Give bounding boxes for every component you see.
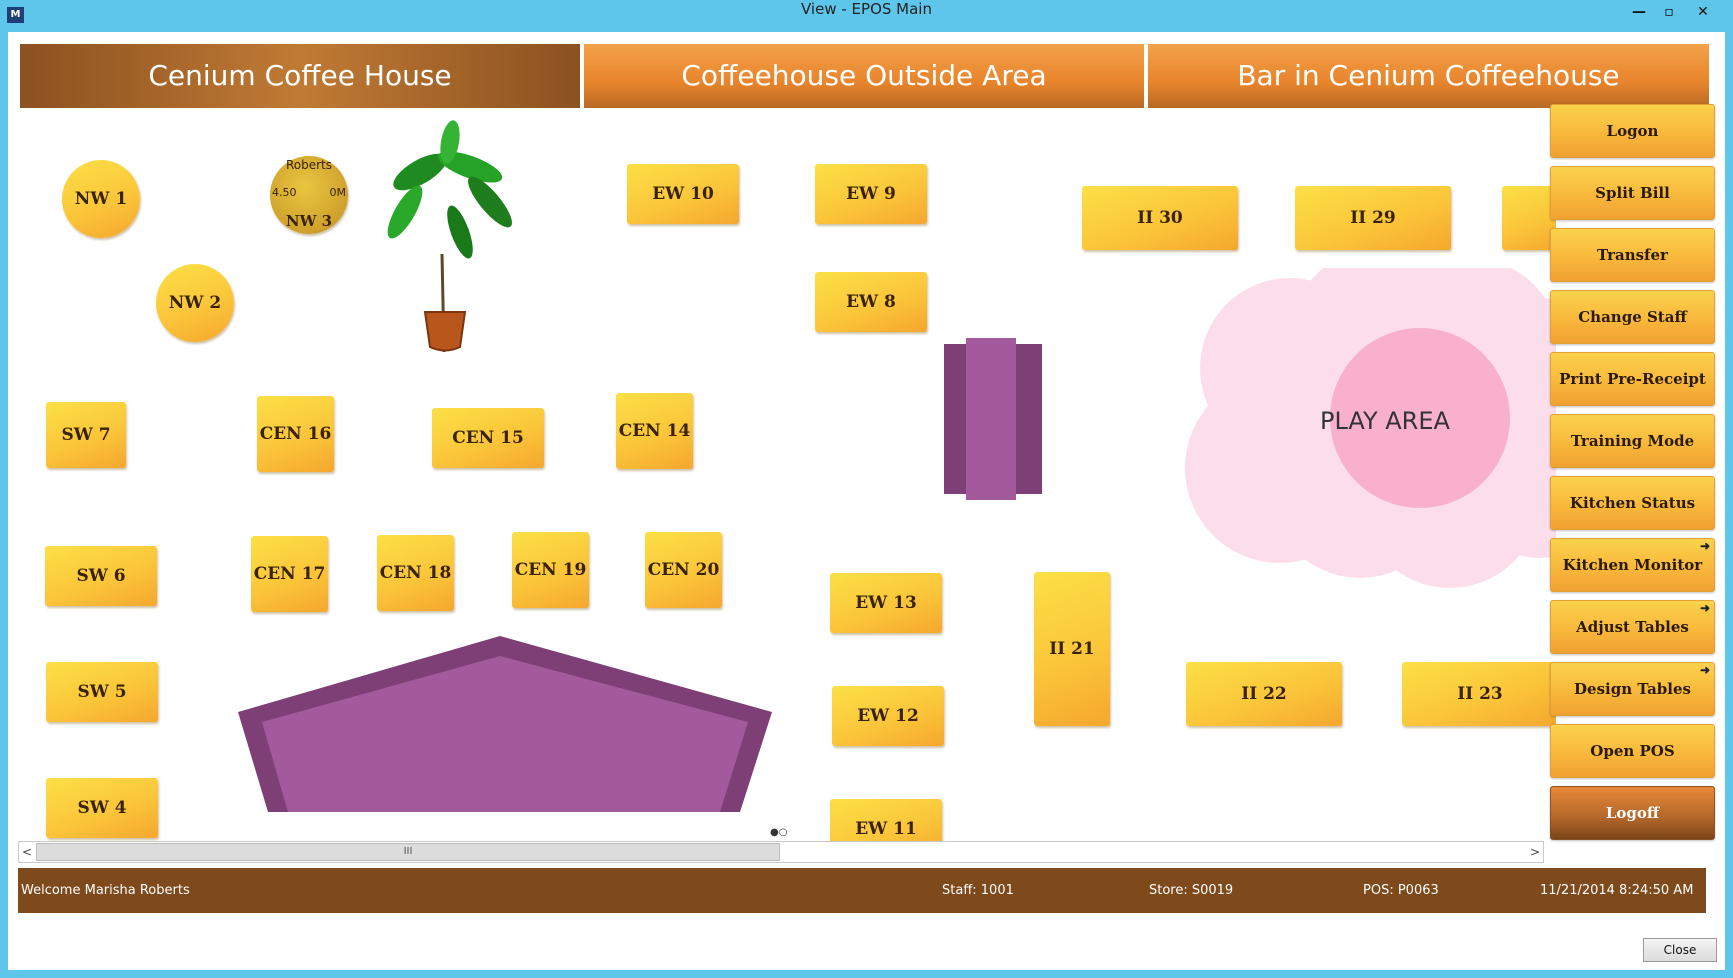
table-amount: 4.50 [272,186,297,199]
submenu-arrow-icon: ➜ [1699,601,1710,615]
datetime: 11/21/2014 8:24:50 AM [1540,883,1694,898]
logon-button[interactable]: Logon [1550,104,1715,158]
button-label: Split Bill [1595,184,1670,202]
table-sw-4[interactable]: SW 4 [46,778,158,838]
play-area-label: PLAY AREA [1320,407,1450,435]
submenu-arrow-icon: ➜ [1699,539,1710,553]
scroll-left-icon[interactable]: < [19,842,35,862]
button-label: Transfer [1597,246,1668,264]
table-sw-5[interactable]: SW 5 [46,662,158,722]
table-ew-12[interactable]: EW 12 [832,686,944,746]
floor-plan: PLAY AREA NW 1 Roberts 4.50 0M NW 3 NW 2… [20,112,1556,872]
table-nw-1[interactable]: NW 1 [62,160,140,238]
table-cen-14[interactable]: CEN 14 [616,393,693,469]
horizontal-scrollbar[interactable]: < III > [18,841,1544,863]
transfer-button[interactable]: Transfer [1550,228,1715,282]
table-ew-10[interactable]: EW 10 [627,164,739,224]
button-label: Kitchen Status [1569,494,1696,512]
table-ii-29[interactable]: II 29 [1295,186,1451,250]
epos-window: M View - EPOS Main — ▫ ✕ Cenium Coffee H… [0,0,1733,978]
page-dot-active-icon[interactable]: ● [770,827,779,838]
stage-pentagon [238,636,772,812]
change-staff-button[interactable]: Change Staff [1550,290,1715,344]
table-ii-30[interactable]: II 30 [1082,186,1238,250]
button-label: Change Staff [1578,308,1687,326]
restore-icon[interactable]: ▫ [1656,2,1682,22]
staff-id: Staff: 1001 [942,883,1014,898]
button-label: Adjust Tables [1576,618,1689,636]
welcome-text: Welcome Marisha Roberts [21,883,190,898]
table-cen-19[interactable]: CEN 19 [512,532,589,608]
table-sw-6[interactable]: SW 6 [45,546,157,606]
adjust-tables-button[interactable]: Adjust Tables ➜ [1550,600,1715,654]
minimize-icon[interactable]: — [1626,2,1652,22]
divider-column [944,338,1042,500]
split-bill-button[interactable]: Split Bill [1550,166,1715,220]
scroll-right-icon[interactable]: > [1527,842,1543,862]
pos-id: POS: P0063 [1363,883,1439,898]
kitchen-status-button[interactable]: Kitchen Status [1550,476,1715,530]
table-nw-3[interactable]: Roberts 4.50 0M NW 3 [270,156,348,234]
button-label: Open POS [1590,742,1675,760]
button-label: Print Pre-Receipt [1559,370,1706,388]
table-cen-15[interactable]: CEN 15 [432,408,544,468]
plant-icon [387,120,512,353]
table-ew-8[interactable]: EW 8 [815,272,927,332]
open-pos-button[interactable]: Open POS [1550,724,1715,778]
table-partial[interactable] [1502,186,1556,250]
table-ii-21[interactable]: II 21 [1034,572,1110,726]
table-ii-23[interactable]: II 23 [1402,662,1556,726]
table-cen-17[interactable]: CEN 17 [251,536,328,612]
kitchen-monitor-button[interactable]: Kitchen Monitor ➜ [1550,538,1715,592]
tab-bar-in-cenium-coffeehouse[interactable]: Bar in Cenium Coffeehouse [1148,44,1709,108]
button-label: Training Mode [1570,432,1695,450]
client-area: Cenium Coffee House Coffeehouse Outside … [8,32,1725,970]
table-label: NW 3 [285,212,333,230]
table-cen-18[interactable]: CEN 18 [377,535,454,611]
tab-coffeehouse-outside-area[interactable]: Coffeehouse Outside Area [584,44,1144,108]
title-bar: M View - EPOS Main — ▫ ✕ [0,0,1733,30]
table-ew-9[interactable]: EW 9 [815,164,927,224]
button-label: Logon [1606,122,1659,140]
training-mode-button[interactable]: Training Mode [1550,414,1715,468]
table-sw-7[interactable]: SW 7 [46,402,126,468]
table-ew-13[interactable]: EW 13 [830,573,942,633]
scroll-thumb[interactable]: III [36,843,780,861]
logoff-button[interactable]: Logoff [1550,786,1715,840]
design-tables-button[interactable]: Design Tables ➜ [1550,662,1715,716]
status-bar: Welcome Marisha Roberts Staff: 1001 Stor… [18,868,1706,913]
table-cen-16[interactable]: CEN 16 [257,396,334,472]
table-time: 0M [329,186,347,199]
table-staff-name: Roberts [285,158,333,172]
tab-cenium-coffee-house[interactable]: Cenium Coffee House [20,44,580,108]
table-nw-2[interactable]: NW 2 [156,264,234,342]
print-pre-receipt-button[interactable]: Print Pre-Receipt [1550,352,1715,406]
page-dot-icon[interactable]: ○ [779,827,788,838]
submenu-arrow-icon: ➜ [1699,663,1710,677]
close-button[interactable]: Close [1643,938,1717,962]
window-title: View - EPOS Main [801,0,932,18]
store-id: Store: S0019 [1149,883,1234,898]
table-ii-22[interactable]: II 22 [1186,662,1342,726]
button-label: Kitchen Monitor [1562,556,1703,574]
page-indicator[interactable]: ●○ [770,827,787,838]
table-cen-20[interactable]: CEN 20 [645,532,722,608]
close-icon[interactable]: ✕ [1690,2,1716,22]
button-label: Design Tables [1574,680,1691,698]
button-label: Logoff [1605,804,1660,822]
